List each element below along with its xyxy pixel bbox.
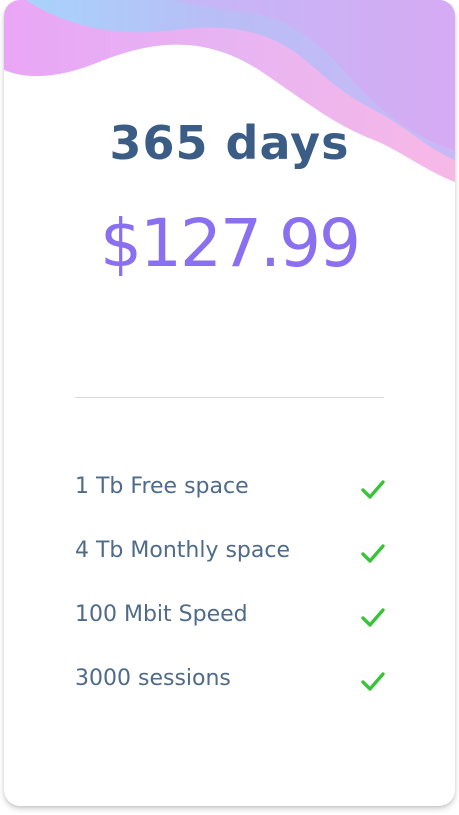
- plan-duration: 365 days: [109, 116, 350, 170]
- feature-item: 1 Tb Free space: [75, 468, 395, 532]
- check-icon: [361, 480, 385, 499]
- feature-label: 4 Tb Monthly space: [75, 538, 291, 563]
- feature-label: 1 Tb Free space: [75, 474, 249, 499]
- plan-price: $127.99: [100, 205, 361, 282]
- pricing-card: 365 days $127.99 1 Tb Free space 4 Tb Mo…: [4, 0, 455, 806]
- feature-list: 1 Tb Free space 4 Tb Monthly space 100 M…: [75, 468, 395, 724]
- divider: [75, 397, 384, 398]
- feature-label: 3000 sessions: [75, 666, 231, 691]
- check-icon: [361, 608, 385, 627]
- feature-item: 4 Tb Monthly space: [75, 532, 395, 596]
- feature-item: 3000 sessions: [75, 660, 395, 724]
- feature-item: 100 Mbit Speed: [75, 596, 395, 660]
- check-icon: [361, 672, 385, 691]
- check-icon: [361, 544, 385, 563]
- feature-label: 100 Mbit Speed: [75, 602, 248, 627]
